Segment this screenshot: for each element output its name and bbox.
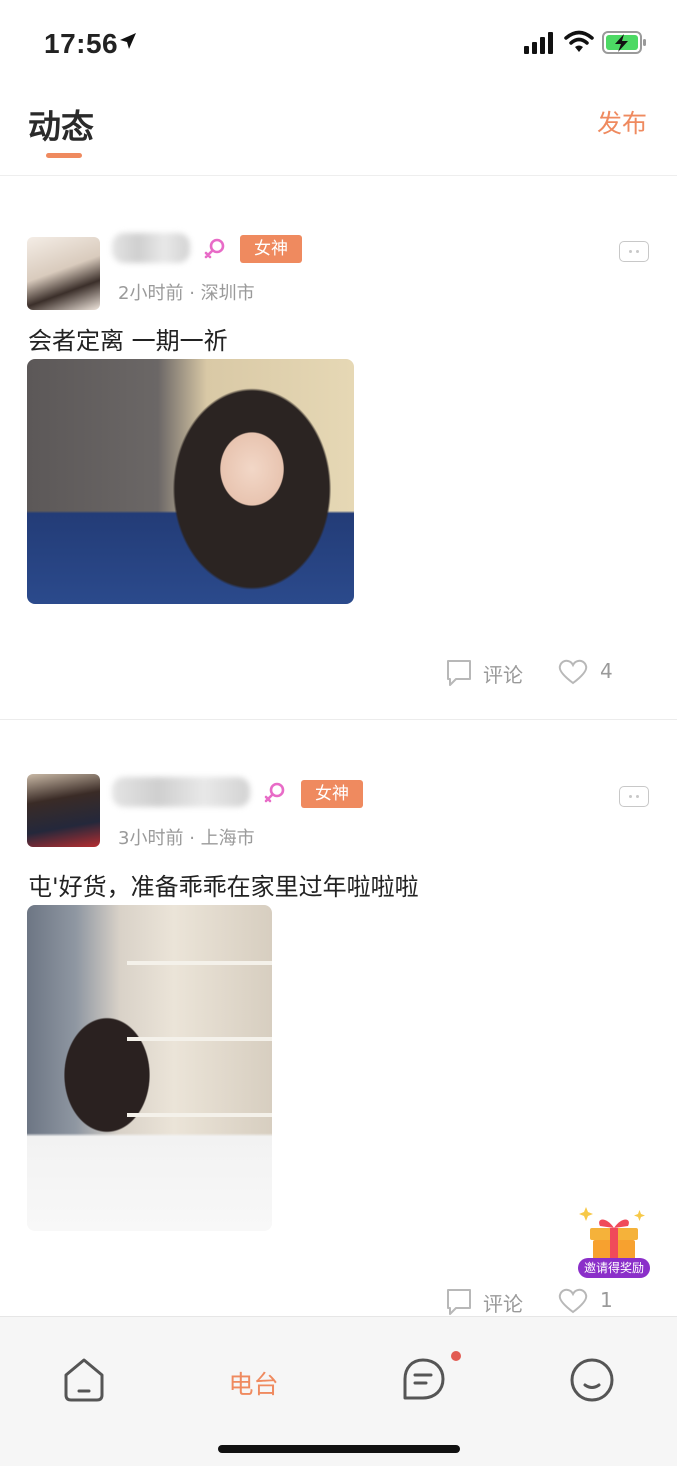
heart-icon [558, 659, 588, 685]
like-button[interactable]: 1 [558, 1284, 628, 1318]
post-actions: 评论 4 [0, 655, 677, 695]
post-photo[interactable] [27, 905, 272, 1231]
username-blurred[interactable] [112, 777, 250, 807]
shelf-line [127, 1037, 272, 1041]
like-count: 4 [600, 659, 613, 683]
tab-profile[interactable] [507, 1317, 676, 1417]
meta-separator: · [189, 828, 195, 849]
female-icon [264, 782, 285, 803]
post-text: 会者定离 一期一祈 [28, 327, 228, 355]
shelf-line [127, 961, 272, 965]
female-icon [204, 238, 225, 259]
like-button[interactable]: 4 [558, 655, 628, 689]
tab-home[interactable] [0, 1317, 169, 1417]
post-location: 深圳市 [200, 283, 255, 304]
post-text: 屯'好货，准备乖乖在家里过年啦啦啦 [28, 873, 419, 901]
avatar[interactable] [27, 774, 100, 847]
comment-button[interactable]: 评论 [446, 1284, 536, 1318]
tab-radio-label: 电台 [228, 1370, 279, 1399]
more-options-button[interactable] [619, 241, 649, 262]
heart-icon [558, 1288, 588, 1314]
home-indicator [218, 1445, 460, 1453]
post-card: 女神 2小时前 · 深圳市 会者定离 一期一祈 评论 4 [0, 177, 677, 720]
post-time: 2小时前 [118, 283, 184, 304]
title-underline [46, 153, 82, 158]
post-meta: 2小时前 · 深圳市 [118, 279, 255, 305]
more-options-button[interactable] [619, 786, 649, 807]
goddess-badge: 女神 [301, 780, 363, 808]
status-time: 17:56 [44, 28, 119, 59]
username-blurred[interactable] [112, 233, 190, 263]
wifi-icon [564, 30, 594, 52]
tab-radio[interactable]: 电台 [169, 1317, 338, 1417]
location-arrow-icon [120, 33, 136, 49]
status-bar: 17:56 [0, 0, 677, 88]
post-location: 上海市 [200, 828, 255, 849]
comment-label: 评论 [483, 663, 523, 687]
meta-separator: · [189, 283, 195, 304]
profile-smile-icon [570, 1358, 614, 1402]
comment-icon [447, 1289, 471, 1315]
comment-button[interactable]: 评论 [446, 655, 536, 689]
message-icon [403, 1358, 445, 1400]
comment-icon [447, 660, 471, 686]
publish-button[interactable]: 发布 [597, 104, 647, 140]
gift-label: 邀请得奖励 [578, 1258, 650, 1278]
post-meta: 3小时前 · 上海市 [118, 824, 255, 850]
avatar[interactable] [27, 237, 100, 310]
page-header: 动态 发布 [0, 88, 677, 176]
home-icon [64, 1358, 104, 1402]
battery-charging-icon [602, 31, 646, 54]
page-title: 动态 [28, 107, 94, 146]
post-photo[interactable] [27, 359, 354, 604]
invite-reward-button[interactable]: 邀请得奖励 [576, 1206, 652, 1280]
shelf-line [127, 1113, 272, 1117]
tab-messages[interactable] [338, 1317, 507, 1417]
goddess-badge: 女神 [240, 235, 302, 263]
comment-label: 评论 [483, 1292, 523, 1316]
bottom-tab-bar: 电台 [0, 1316, 677, 1466]
post-time: 3小时前 [118, 828, 184, 849]
notification-dot [451, 1351, 461, 1361]
gift-icon [579, 1207, 645, 1260]
like-count: 1 [600, 1288, 613, 1312]
signal-icon [524, 32, 553, 54]
